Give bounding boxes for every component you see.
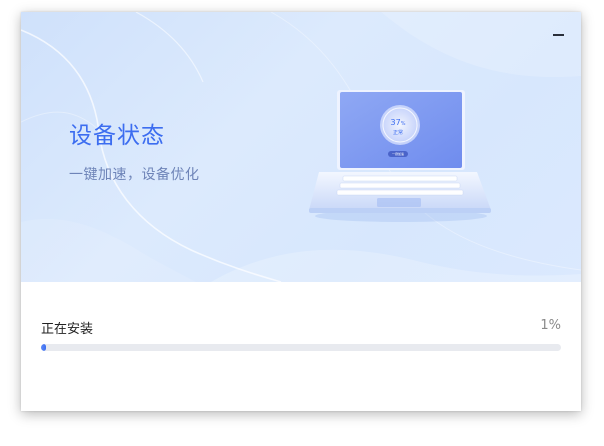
install-progress-fill xyxy=(41,344,47,351)
laptop-screen-value: 37% xyxy=(390,118,406,127)
hero-banner: 设备状态 一键加速，设备优化 37% 正常 一键加速 xyxy=(21,12,581,282)
hero-title: 设备状态 xyxy=(69,123,165,149)
laptop-screen-button: 一键加速 xyxy=(388,151,408,157)
hero-subtitle: 一键加速，设备优化 xyxy=(69,167,200,183)
minimize-button[interactable] xyxy=(551,28,567,40)
install-status-label: 正在安装 xyxy=(41,322,94,337)
laptop-screen-label: 正常 xyxy=(392,130,403,136)
install-percent: 1% xyxy=(540,318,561,333)
install-progress-bar xyxy=(41,344,561,351)
installer-window: 设备状态 一键加速，设备优化 37% 正常 一键加速 正在安装 1% xyxy=(21,12,581,411)
minimize-icon xyxy=(553,34,564,36)
